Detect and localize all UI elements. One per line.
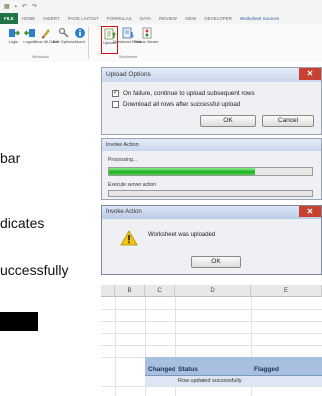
edit-icon — [57, 26, 70, 39]
warning-icon — [120, 230, 138, 251]
dialog-title: Upload Options — [102, 68, 321, 82]
excel-ribbon: ▦ ▪ ↶ ↷ FILE HOME INSERT PAGE LAYOUT FOR… — [0, 0, 322, 62]
column-header-d[interactable]: D — [175, 285, 251, 297]
progress-bar-fill — [109, 168, 256, 175]
logout-icon — [23, 26, 36, 39]
tab-page-layout[interactable]: PAGE LAYOUT — [64, 13, 103, 24]
table-header-flagged[interactable]: Flagged — [251, 357, 322, 376]
tab-review[interactable]: REVIEW — [155, 13, 181, 24]
progress-bar-secondary — [108, 190, 313, 197]
progress-step-label: Execute server action — [108, 182, 157, 188]
table-cell-flagged[interactable] — [251, 376, 322, 386]
about-button[interactable]: About — [72, 26, 87, 54]
tab-formulas[interactable]: FORMULAS — [103, 13, 136, 24]
tab-worksheet-sources[interactable]: Worksheet Sources — [236, 13, 283, 24]
status-viewer-button[interactable]: Status Viewer — [134, 26, 159, 54]
table-header-status[interactable]: Status — [175, 357, 251, 376]
edit-options-button[interactable]: Edit Options — [53, 26, 74, 54]
table-header-changed[interactable]: Changed — [145, 357, 176, 376]
continue-on-failure-option[interactable]: ✓ On failure, continue to upload subsequ… — [112, 90, 255, 97]
download-after-upload-option[interactable]: Download all rows after successful uploa… — [112, 101, 240, 108]
grid-line — [115, 297, 116, 396]
group-label-worksheet: Worksheet — [119, 55, 138, 59]
undo-icon[interactable]: ↶ — [22, 3, 27, 12]
doc-text-fragment: dicates — [0, 215, 45, 231]
column-header-b[interactable]: B — [115, 285, 145, 297]
download-icon — [121, 26, 134, 39]
table-cell-changed[interactable] — [145, 376, 175, 386]
worksheet-uploaded-dialog: Invoke Action ✕ Worksheet was uploaded O… — [101, 205, 322, 275]
grid-line — [101, 309, 322, 310]
column-header[interactable] — [101, 285, 115, 297]
clear-icon — [39, 26, 52, 39]
checkbox-unchecked[interactable] — [112, 101, 119, 108]
grid-line — [101, 321, 322, 322]
quick-access-toolbar: ▦ ▪ ↶ ↷ — [4, 3, 37, 12]
column-header-c[interactable]: C — [145, 285, 175, 297]
info-icon — [73, 26, 86, 39]
ribbon-tabs: FILE HOME INSERT PAGE LAYOUT FORMULAS DA… — [0, 13, 322, 24]
grid-line — [101, 333, 322, 334]
group-label-workbook: Workbook — [32, 55, 50, 59]
close-icon[interactable]: ✕ — [299, 206, 321, 217]
login-label: Login — [8, 39, 19, 44]
spreadsheet-grid[interactable]: B C D E Changed Status Flagged Row updat… — [101, 285, 322, 396]
status-icon — [140, 26, 153, 39]
tab-insert[interactable]: INSERT — [39, 13, 63, 24]
grid-line — [101, 345, 322, 346]
dialog-title: Invoke Action — [102, 206, 321, 219]
upload-options-dialog: Upload Options ✕ ✓ On failure, continue … — [101, 67, 322, 135]
grid-line — [101, 386, 322, 387]
excel-logo-icon: ▦ — [4, 4, 10, 10]
ribbon-body: Login Logout Clear All Data Edit Options… — [0, 24, 322, 62]
redacted-block — [0, 312, 38, 331]
group-separator — [88, 27, 89, 59]
tab-data[interactable]: DATA — [136, 13, 155, 24]
about-label: About — [74, 39, 85, 44]
message-text: Worksheet was uploaded — [148, 232, 216, 238]
ok-button[interactable]: OK — [200, 115, 256, 127]
progress-step-label: Processing... — [108, 157, 137, 163]
login-button[interactable]: Login — [6, 26, 21, 54]
option-label: Download all rows after successful uploa… — [123, 101, 241, 108]
option-label: On failure, continue to upload subsequen… — [123, 90, 255, 97]
doc-text-fragment: uccessfully — [0, 262, 69, 278]
cancel-button[interactable]: Cancel — [262, 115, 314, 127]
checkbox-checked[interactable]: ✓ — [112, 90, 119, 97]
dialog-title: Invoke Action — [102, 139, 321, 151]
tab-file[interactable]: FILE — [0, 13, 18, 24]
status-viewer-label: Status Viewer — [134, 39, 159, 44]
download-rows-button[interactable]: Download Rows — [113, 26, 142, 54]
tab-home[interactable]: HOME — [18, 13, 40, 24]
close-icon[interactable]: ✕ — [299, 68, 321, 80]
tab-view[interactable]: VIEW — [181, 13, 201, 24]
login-icon — [7, 26, 20, 39]
invoke-action-progress-dialog: Invoke Action Processing... Execute serv… — [101, 138, 322, 200]
progress-bar — [108, 167, 313, 176]
clear-all-data-button[interactable]: Clear All Data — [33, 26, 58, 54]
redo-icon[interactable]: ↷ — [32, 3, 37, 12]
doc-text-fragment: bar — [0, 150, 21, 166]
save-icon[interactable]: ▪ — [15, 3, 17, 12]
ok-button[interactable]: OK — [191, 256, 241, 268]
column-header-e[interactable]: E — [251, 285, 322, 297]
tab-developer[interactable]: DEVELOPER — [200, 13, 236, 24]
table-cell-status[interactable]: Row updated successfully — [175, 376, 251, 386]
